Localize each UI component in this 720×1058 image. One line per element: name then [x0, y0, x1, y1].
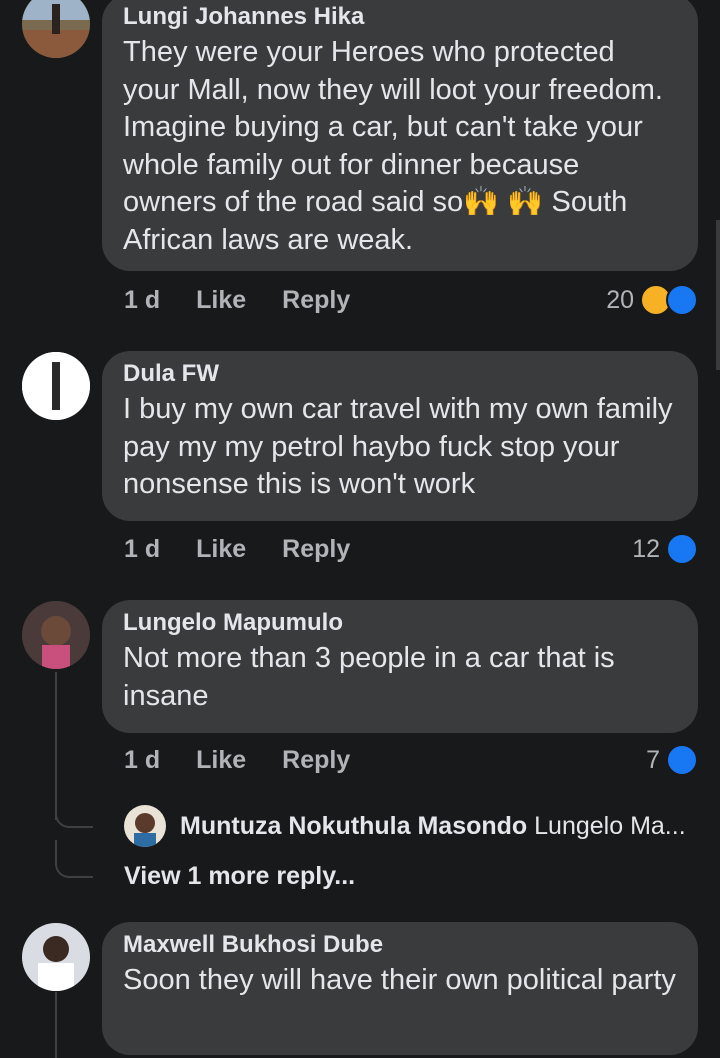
comment-bubble: Dula FW I buy my own car travel with my … — [102, 351, 698, 521]
thread-connector — [55, 790, 93, 828]
avatar[interactable] — [22, 601, 90, 669]
comment-actions: 1 d Like Reply — [124, 535, 386, 564]
comment-author[interactable]: Lungelo Mapumulo — [123, 608, 677, 638]
comment-time[interactable]: 1 d — [124, 535, 160, 564]
reaction-summary[interactable]: 12 — [632, 533, 698, 565]
avatar[interactable] — [22, 0, 90, 58]
reply-preview[interactable]: Muntuza Nokuthula Masondo Lungelo Ma... — [180, 812, 686, 841]
comment-author[interactable]: Lungi Johannes Hika — [123, 2, 677, 32]
scrollbar[interactable] — [716, 220, 720, 370]
comment-author[interactable]: Maxwell Bukhosi Dube — [123, 930, 677, 960]
reply-button[interactable]: Reply — [282, 286, 350, 315]
comment-bubble: Maxwell Bukhosi Dube Soon they will have… — [102, 922, 698, 1055]
avatar[interactable] — [22, 352, 90, 420]
thread-connector — [55, 840, 93, 878]
reply-author[interactable]: Muntuza Nokuthula Masondo — [180, 812, 527, 840]
comment-text: Soon they will have their own political … — [123, 964, 676, 996]
reaction-count: 12 — [632, 534, 660, 563]
reply-button[interactable]: Reply — [282, 535, 350, 564]
like-icon — [666, 533, 698, 565]
comment-time[interactable]: 1 d — [124, 746, 160, 775]
comment-time[interactable]: 1 d — [124, 286, 160, 315]
reaction-summary[interactable]: 7 — [646, 744, 698, 776]
view-more-replies-link[interactable]: View 1 more reply... — [124, 862, 355, 891]
reaction-count: 20 — [606, 285, 634, 314]
thread-line — [55, 992, 57, 1058]
comment-text: They were your Heroes who protected your… — [123, 36, 663, 256]
comment-bubble: Lungi Johannes Hika They were your Heroe… — [102, 0, 698, 271]
comment-bubble: Lungelo Mapumulo Not more than 3 people … — [102, 600, 698, 733]
comment-text: Not more than 3 people in a car that is … — [123, 642, 615, 712]
reply-text: Lungelo Ma... — [534, 812, 686, 840]
like-button[interactable]: Like — [196, 286, 246, 315]
comment-text: I buy my own car travel with my own fami… — [123, 393, 673, 501]
like-button[interactable]: Like — [196, 746, 246, 775]
like-icon — [666, 744, 698, 776]
comment-author[interactable]: Dula FW — [123, 359, 677, 389]
comment-actions: 1 d Like Reply — [124, 746, 386, 775]
reply-button[interactable]: Reply — [282, 746, 350, 775]
reaction-summary[interactable]: 20 — [606, 284, 698, 316]
avatar[interactable] — [22, 923, 90, 991]
comment-actions: 1 d Like Reply — [124, 286, 386, 315]
like-button[interactable]: Like — [196, 535, 246, 564]
avatar[interactable] — [124, 805, 166, 847]
reaction-count: 7 — [646, 745, 660, 774]
like-icon — [666, 284, 698, 316]
